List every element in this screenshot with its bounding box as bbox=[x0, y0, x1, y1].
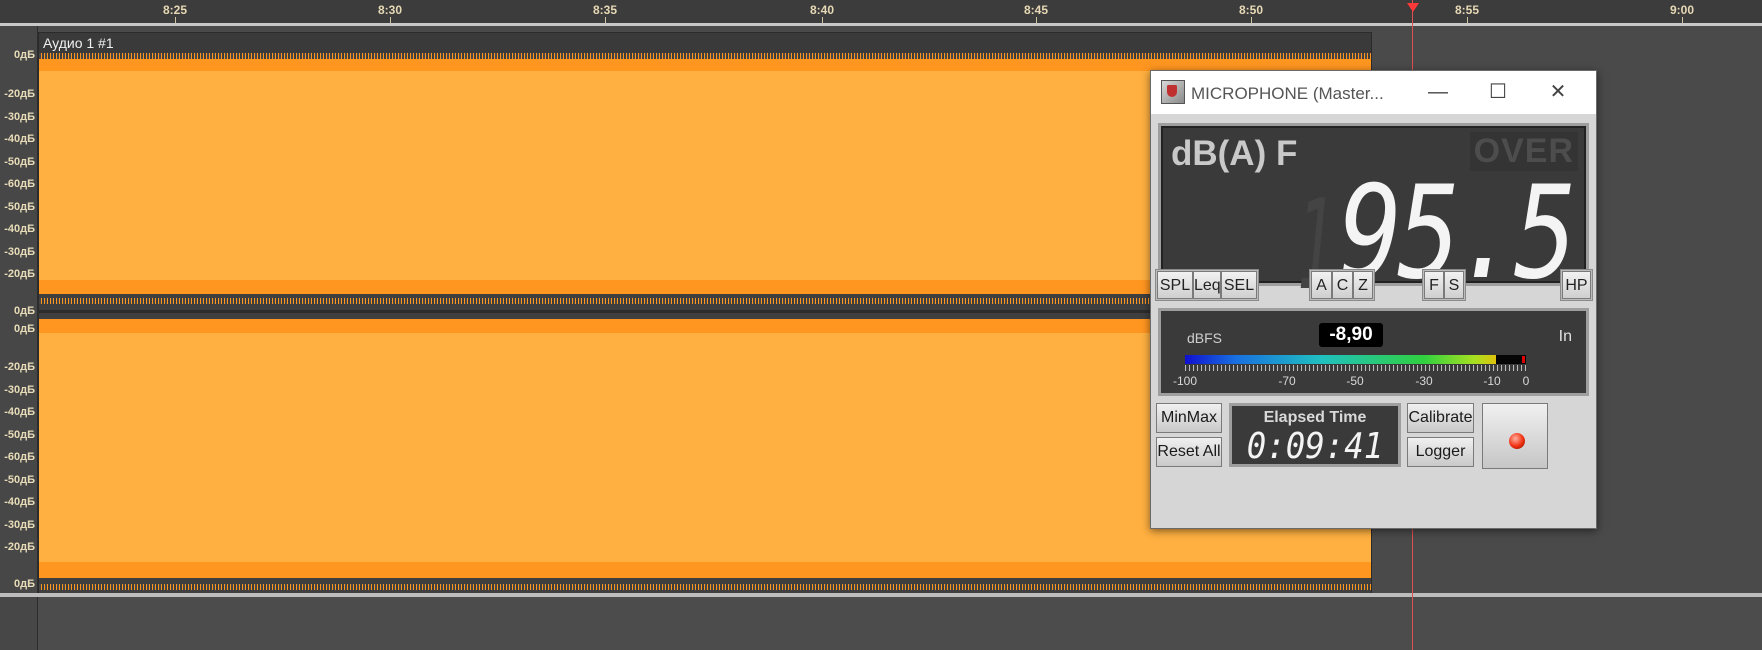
level-bar bbox=[1185, 355, 1526, 364]
db-label: -40дБ bbox=[4, 133, 35, 145]
scale-label: -10 bbox=[1483, 374, 1501, 388]
db-label: -40дБ bbox=[4, 406, 35, 418]
ruler-tick-label: 9:00 bbox=[1669, 3, 1695, 17]
db-label: -50дБ bbox=[4, 429, 35, 441]
time-button-group: F S bbox=[1422, 269, 1466, 301]
spl-button[interactable]: SPL bbox=[1157, 271, 1193, 299]
input-label: In bbox=[1558, 328, 1572, 345]
weighting-a-button[interactable]: A bbox=[1311, 271, 1332, 299]
db-label: -20дБ bbox=[4, 361, 35, 373]
dbfs-label: dBFS bbox=[1187, 330, 1223, 346]
record-button[interactable] bbox=[1482, 403, 1548, 469]
db-label: 0дБ bbox=[13, 49, 35, 61]
minimize-icon[interactable]: — bbox=[1416, 77, 1460, 107]
db-scale-gutter: 0дБ -20дБ -30дБ -40дБ -50дБ -60дБ -50дБ … bbox=[0, 26, 38, 596]
playhead-marker-icon[interactable] bbox=[1407, 3, 1419, 12]
ruler-tick-label: 8:30 bbox=[377, 3, 403, 17]
ruler-tick-label: 8:40 bbox=[809, 3, 835, 17]
scale-label: 0 bbox=[1522, 374, 1530, 388]
db-label: -40дБ bbox=[4, 223, 35, 235]
record-led-icon bbox=[1509, 433, 1525, 449]
db-label: 0дБ bbox=[13, 305, 35, 317]
sel-button[interactable]: SEL bbox=[1221, 271, 1257, 299]
ruler-tick-label: 8:45 bbox=[1023, 3, 1049, 17]
slow-button[interactable]: S bbox=[1444, 271, 1464, 299]
db-label: -20дБ bbox=[4, 88, 35, 100]
level-scale-ticks bbox=[1185, 365, 1526, 371]
spl-meter-window[interactable]: MICROPHONE (Master... — ☐ ✕ dB(A) F OVER… bbox=[1150, 70, 1597, 529]
close-icon[interactable]: ✕ bbox=[1536, 77, 1580, 107]
reset-all-button[interactable]: Reset All bbox=[1156, 437, 1222, 467]
db-label: -60дБ bbox=[4, 178, 35, 190]
dbfs-value: -8,90 bbox=[1319, 323, 1383, 347]
weighting-c-button[interactable]: C bbox=[1332, 271, 1353, 299]
level-peak-marker bbox=[1522, 356, 1525, 363]
db-label: -30дБ bbox=[4, 246, 35, 258]
leq-button[interactable]: Leq bbox=[1193, 271, 1221, 299]
spl-display: dB(A) F OVER 1 95.5 bbox=[1158, 123, 1589, 318]
maximize-icon[interactable]: ☐ bbox=[1476, 77, 1520, 107]
ruler-tick-label: 8:35 bbox=[592, 3, 618, 17]
db-label: -30дБ bbox=[4, 519, 35, 531]
elapsed-time-display: Elapsed Time 0:09:41 bbox=[1229, 403, 1401, 467]
scale-label: -30 bbox=[1415, 374, 1433, 388]
db-label: -30дБ bbox=[4, 111, 35, 123]
ruler-tick-label: 8:55 bbox=[1454, 3, 1480, 17]
scale-label: -70 bbox=[1278, 374, 1296, 388]
dbfs-level-panel: dBFS -8,90 In -100 -70 -50 -30 -10 0 bbox=[1158, 308, 1589, 396]
db-label: -40дБ bbox=[4, 496, 35, 508]
weighting-button-group: A C Z bbox=[1309, 269, 1375, 301]
hp-button-group: HP bbox=[1560, 269, 1593, 301]
db-label: -60дБ bbox=[4, 451, 35, 463]
ruler-tick-label: 8:25 bbox=[162, 3, 188, 17]
minmax-button[interactable]: MinMax bbox=[1156, 403, 1222, 433]
scale-label: -50 bbox=[1346, 374, 1364, 388]
clip-title: Аудио 1 #1 bbox=[43, 35, 114, 51]
db-label: -30дБ bbox=[4, 384, 35, 396]
waveform-edge bbox=[39, 584, 1371, 590]
db-label: -50дБ bbox=[4, 474, 35, 486]
db-label: -50дБ bbox=[4, 201, 35, 213]
scale-label: -100 bbox=[1172, 374, 1198, 388]
window-titlebar[interactable]: MICROPHONE (Master... — ☐ ✕ bbox=[1151, 71, 1596, 114]
fast-button[interactable]: F bbox=[1424, 271, 1444, 299]
db-label: 0дБ bbox=[13, 578, 35, 590]
db-label: -20дБ bbox=[4, 541, 35, 553]
empty-track-area[interactable] bbox=[0, 597, 1762, 650]
weighting-z-button[interactable]: Z bbox=[1353, 271, 1373, 299]
logger-button[interactable]: Logger bbox=[1407, 437, 1474, 467]
calibrate-button[interactable]: Calibrate bbox=[1407, 403, 1474, 433]
db-label: 0дБ bbox=[13, 323, 35, 335]
microphone-app-icon bbox=[1161, 80, 1185, 104]
hp-button[interactable]: HP bbox=[1562, 271, 1591, 299]
mode-button-group: SPL Leq SEL bbox=[1155, 269, 1259, 301]
timeline-ruler[interactable]: 8:25 8:30 8:35 8:40 8:45 8:50 8:55 9:00 bbox=[0, 0, 1762, 25]
elapsed-time-value: 0:09:41 bbox=[1246, 426, 1384, 467]
db-label: -50дБ bbox=[4, 156, 35, 168]
empty-track-gutter bbox=[0, 597, 38, 650]
ruler-tick-label: 8:50 bbox=[1238, 3, 1264, 17]
weighting-label: dB(A) F bbox=[1171, 134, 1298, 173]
window-title: MICROPHONE (Master... bbox=[1191, 84, 1384, 103]
db-label: -20дБ bbox=[4, 268, 35, 280]
elapsed-time-label: Elapsed Time bbox=[1263, 409, 1367, 426]
